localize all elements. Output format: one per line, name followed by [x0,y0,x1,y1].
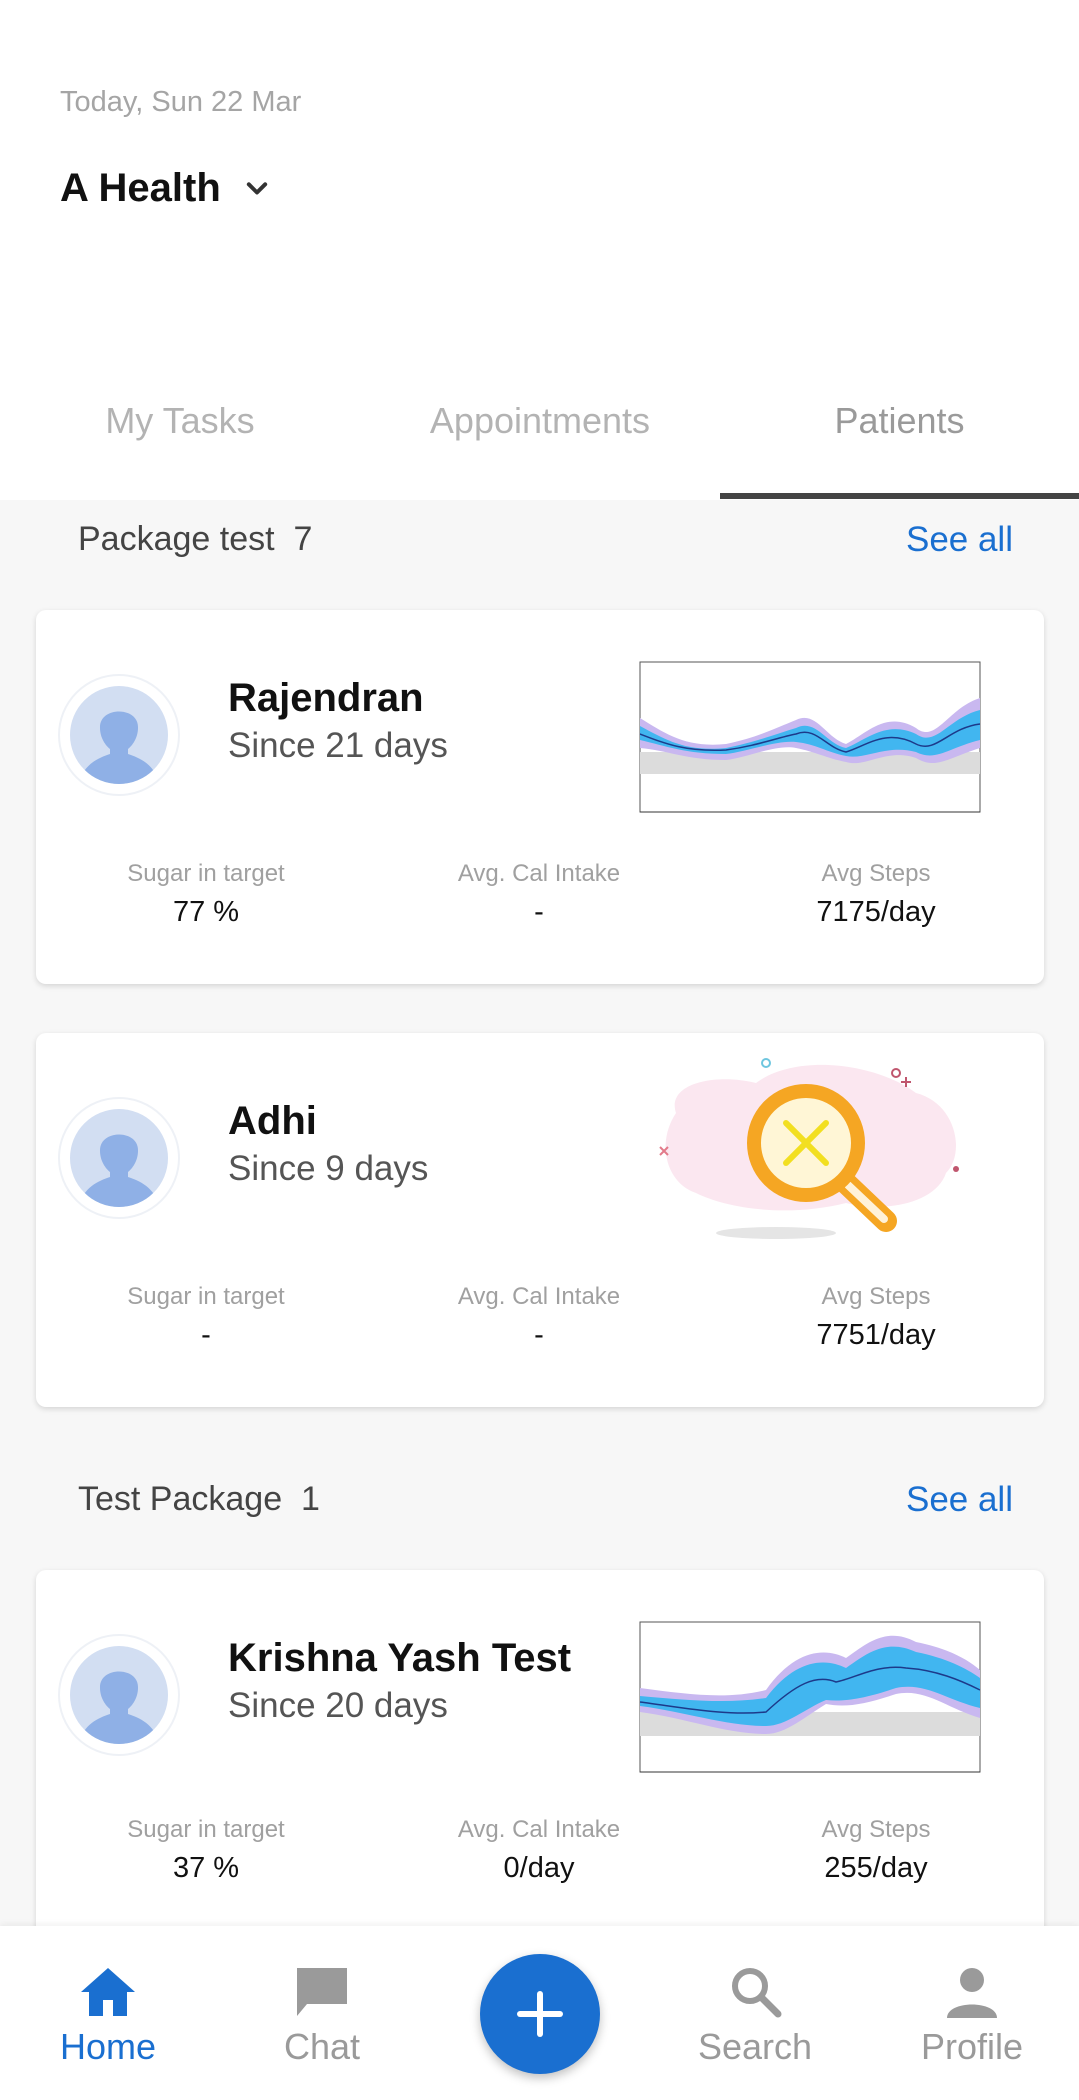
stat-avg-cal-intake: Avg. Cal Intake 0/day [389,1816,689,1885]
patient-name: Krishna Yash Test [228,1636,572,1680]
stat-value: - [201,1319,211,1351]
avatar [58,1634,180,1756]
nav-search[interactable]: Search [675,1964,835,2068]
stat-label: Avg. Cal Intake [457,860,621,887]
patient-card[interactable]: Adhi Since 9 days Sugar in target - Avg.… [36,1033,1044,1407]
stat-value: - [534,1319,544,1351]
org-name: A Health [60,166,221,210]
nav-label: Home [59,2026,157,2067]
active-tab-indicator [720,493,1079,499]
patient-card[interactable]: Krishna Yash Test Since 20 days Sugar in… [36,1570,1044,1944]
org-selector[interactable]: A Health [60,166,271,211]
stat-avg-steps: Avg Steps 255/day [726,1816,1026,1885]
stat-label: Avg. Cal Intake [457,1283,621,1310]
agp-chart [639,1621,981,1773]
no-data-illustration [659,1058,959,1239]
patient-card[interactable]: Rajendran Since 21 days Sugar in target … [36,610,1044,984]
patient-name: Adhi [228,1099,317,1143]
group-count: 7 [293,520,313,558]
plus-icon [517,1991,563,2037]
stat-value: 37 % [172,1852,240,1884]
tab-patients[interactable]: Patients [720,400,1079,442]
stat-value: - [534,896,544,928]
tab-appointments[interactable]: Appointments [360,400,720,442]
avatar [58,674,180,796]
group-name: Package test [78,520,275,558]
nav-home[interactable]: Home [28,1964,188,2068]
stat-value: 7751/day [816,1319,936,1351]
add-button[interactable] [480,1954,600,2074]
see-all-link[interactable]: See all [906,1480,1013,1520]
stat-avg-steps: Avg Steps 7751/day [726,1283,1026,1352]
stat-value: 0/day [503,1852,575,1884]
stat-label: Sugar in target [127,860,285,887]
nav-label: Chat [283,2026,361,2067]
stat-label: Avg Steps [821,1283,931,1310]
stat-value: 7175/day [816,896,936,928]
person-silhouette-icon [78,1134,160,1207]
stat-label: Avg Steps [821,860,931,887]
patient-since: Since 9 days [228,1149,429,1188]
chevron-down-icon [246,181,267,194]
tab-bar: My Tasks Appointments Patients [0,380,1079,500]
nav-label: Search [697,2026,813,2067]
see-all-link[interactable]: See all [906,520,1013,560]
group-title: Package test 7 [78,520,312,559]
patient-since: Since 20 days [228,1686,448,1725]
stat-label: Avg Steps [821,1816,931,1843]
nav-label: Profile [920,2026,1024,2067]
stat-avg-cal-intake: Avg. Cal Intake - [389,1283,689,1352]
person-silhouette-icon [78,1671,160,1744]
nav-profile[interactable]: Profile [892,1964,1052,2068]
group-count: 1 [301,1480,320,1518]
stat-value: 255/day [824,1852,928,1884]
stat-avg-cal-intake: Avg. Cal Intake - [389,860,689,929]
search-icon [732,1968,782,2018]
current-date: Today, Sun 22 Mar [60,86,302,118]
avatar [58,1097,180,1219]
group-title: Test Package 1 [78,1480,320,1519]
nav-chat[interactable]: Chat [242,1964,402,2068]
stat-value: 77 % [172,896,240,928]
home-icon [81,1968,135,2016]
stat-sugar-in-target: Sugar in target 77 % [56,860,356,929]
agp-chart [639,661,981,813]
profile-icon [947,1968,997,2018]
stat-label: Avg. Cal Intake [457,1816,621,1843]
stat-avg-steps: Avg Steps 7175/day [726,860,1026,929]
patient-since: Since 21 days [228,726,448,765]
chat-icon [297,1968,347,2016]
stat-label: Sugar in target [127,1283,285,1310]
person-silhouette-icon [78,711,160,784]
stat-sugar-in-target: Sugar in target 37 % [56,1816,356,1885]
stat-sugar-in-target: Sugar in target - [56,1283,356,1352]
stat-label: Sugar in target [127,1816,285,1843]
group-name: Test Package [78,1480,283,1518]
tab-my-tasks[interactable]: My Tasks [0,400,360,442]
patient-name: Rajendran [228,676,424,720]
